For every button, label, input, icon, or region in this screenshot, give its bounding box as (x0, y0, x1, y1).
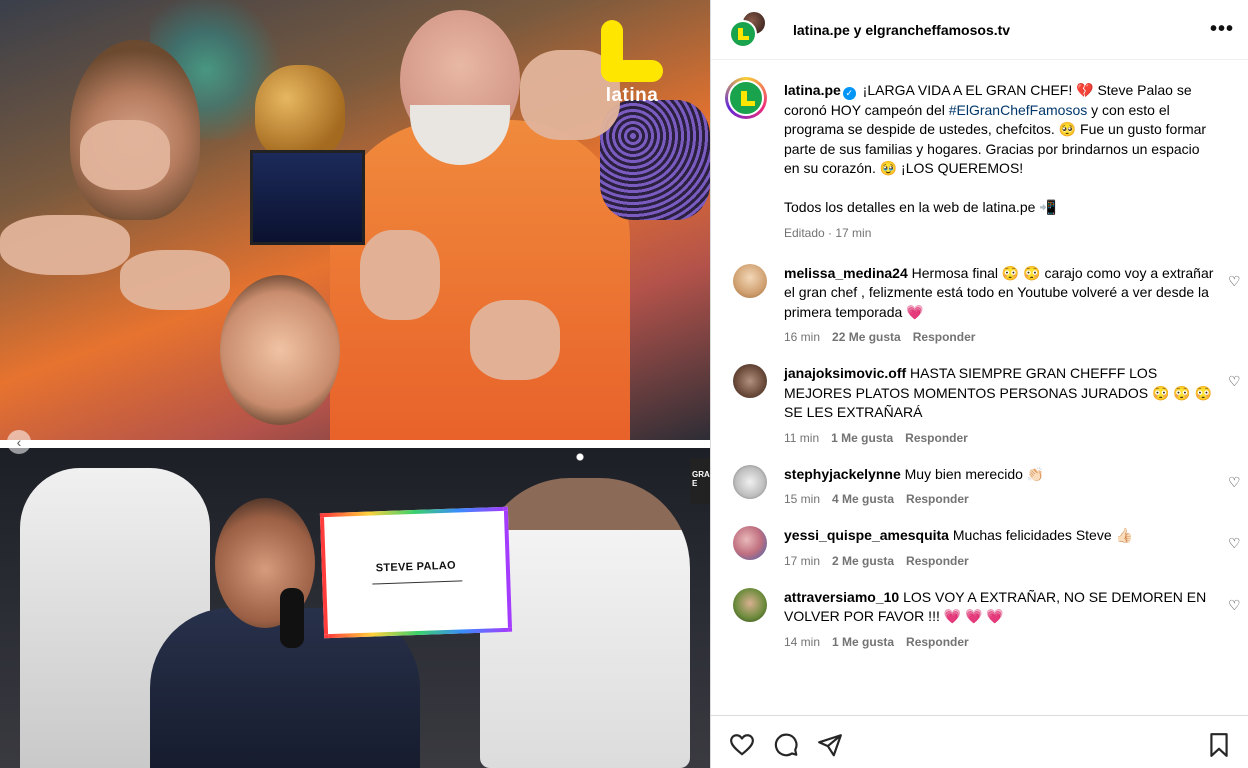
comment-likes[interactable]: 2 Me gusta (832, 554, 894, 568)
comment-time[interactable]: 15 min (784, 492, 820, 506)
comment-like-heart-icon[interactable]: ♡ (1228, 536, 1242, 550)
instagram-post-view: latina GRA E STEVE PALAO ‹ latina.pe y e… (0, 0, 1248, 768)
post-sidebar: latina.pe y elgrancheffamosos.tv ••• lat… (710, 0, 1248, 768)
comment-item: attraversiamo_10 LOS VOY A EXTRAÑAR, NO … (711, 587, 1248, 649)
comment-username[interactable]: janajoksimovic.off (784, 365, 906, 381)
chevron-left-icon: ‹ (16, 434, 22, 450)
comment-username[interactable]: stephyjackelynne (784, 466, 901, 482)
comment-text: Muchas felicidades Steve 👍🏻 (948, 527, 1133, 543)
comment-item: stephyjackelynne Muy bien merecido 👏🏻 15… (711, 464, 1248, 506)
reply-button[interactable]: Responder (906, 554, 969, 568)
caption-meta: Editado · 17 min (784, 225, 872, 240)
comment-time[interactable]: 16 min (784, 330, 820, 344)
comment-likes[interactable]: 1 Me gusta (831, 431, 893, 445)
photo-trophy-celebration: latina (0, 0, 710, 440)
comment-item: janajoksimovic.off HASTA SIEMPRE GRAN CH… (711, 364, 1248, 445)
comment-text: Muy bien merecido 👏🏻 (900, 465, 1045, 482)
send-icon[interactable] (817, 732, 843, 758)
comment-meta: 11 min 1 Me gusta Responder (784, 431, 1218, 445)
comment-avatar[interactable] (733, 587, 767, 622)
latina-logo-text: latina (605, 85, 659, 106)
comment-like-heart-icon[interactable]: ♡ (1228, 598, 1242, 612)
heart-icon[interactable] (729, 732, 755, 758)
comment-likes[interactable]: 4 Me gusta (832, 492, 894, 506)
comment-likes[interactable]: 1 Me gusta (832, 635, 894, 649)
bookmark-icon[interactable] (1206, 732, 1232, 758)
comment-item: yessi_quispe_amesquita Muchas felicidade… (711, 526, 1248, 568)
comment-avatar[interactable] (733, 526, 767, 560)
microphone (280, 588, 304, 648)
caption-hashtag[interactable]: #ElGranChefFamosos (949, 102, 1088, 118)
comment-like-heart-icon[interactable]: ♡ (1228, 274, 1242, 288)
side-tag: GRA E (690, 458, 710, 504)
comment-avatar[interactable] (733, 364, 767, 398)
verified-badge-icon: ✓ (842, 87, 856, 100)
comment-likes[interactable]: 22 Me gusta (832, 330, 901, 344)
reply-button[interactable]: Responder (906, 492, 969, 506)
collab-avatars[interactable] (729, 9, 773, 50)
trophy-pot (255, 65, 345, 160)
caption-username[interactable]: latina.pe (784, 82, 841, 98)
reply-button[interactable]: Responder (905, 431, 968, 445)
comment-item: melissa_medina24 Hermosa final 😳 😳 caraj… (711, 263, 1248, 344)
comments-scroll[interactable]: latina.pe ✓ ¡LARGA VIDA A EL GRAN CHEF! 💔… (711, 61, 1248, 715)
reply-button[interactable]: Responder (913, 330, 976, 344)
post-media[interactable]: latina GRA E STEVE PALAO ‹ (0, 0, 710, 768)
winner-sign: STEVE PALAO (319, 506, 513, 639)
avatar-latina-story[interactable] (725, 77, 767, 119)
post-caption: latina.pe ✓ ¡LARGA VIDA A EL GRAN CHEF! 💔… (711, 61, 1248, 240)
winner-sign-text: STEVE PALAO (375, 559, 457, 575)
comment-icon[interactable] (773, 732, 799, 758)
trophy-base (250, 150, 365, 245)
carousel-prev-button[interactable]: ‹ (7, 430, 31, 454)
edited-label: Editado (784, 225, 825, 240)
post-header: latina.pe y elgrancheffamosos.tv ••• (711, 0, 1248, 60)
comment-avatar[interactable] (733, 263, 767, 298)
comment-meta: 15 min 4 Me gusta Responder (784, 492, 1218, 506)
more-options-icon[interactable]: ••• (1210, 18, 1234, 41)
latina-logo: latina (597, 20, 667, 110)
comment-username[interactable]: yessi_quispe_amesquita (784, 527, 949, 543)
comment-username[interactable]: attraversiamo_10 (784, 589, 899, 605)
comment-meta: 16 min 22 Me gusta Responder (784, 330, 1218, 344)
comment-time[interactable]: 17 min (784, 554, 820, 568)
post-actions (711, 715, 1248, 768)
comment-time[interactable]: 11 min (784, 431, 819, 445)
comment-meta: 17 min 2 Me gusta Responder (784, 554, 1218, 568)
comment-like-heart-icon[interactable]: ♡ (1228, 475, 1242, 489)
caption-text-3: Todos los detalles en la web de latina.p… (784, 199, 1057, 215)
comment-avatar[interactable] (733, 464, 767, 499)
reply-button[interactable]: Responder (906, 635, 969, 649)
comment-like-heart-icon[interactable]: ♡ (1228, 374, 1242, 388)
comment-username[interactable]: melissa_medina24 (784, 265, 908, 281)
caption-time[interactable]: 17 min (835, 226, 871, 240)
avatar-latina[interactable] (729, 19, 757, 48)
comment-meta: 14 min 1 Me gusta Responder (784, 635, 1218, 649)
media-divider (0, 440, 710, 448)
post-authors[interactable]: latina.pe y elgrancheffamosos.tv (793, 22, 1010, 38)
comment-time[interactable]: 14 min (784, 635, 820, 649)
